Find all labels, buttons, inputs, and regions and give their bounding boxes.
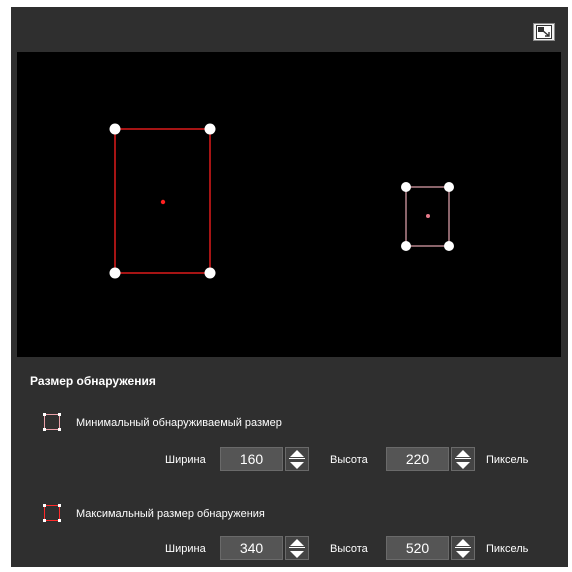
- min-width-label: Ширина: [165, 454, 206, 466]
- arrow-down-icon[interactable]: [289, 549, 305, 559]
- max-height-spinner[interactable]: [451, 536, 475, 560]
- max-width-input[interactable]: 340: [220, 536, 283, 560]
- min-frame-handle[interactable]: [444, 182, 454, 192]
- expand-icon: [536, 25, 552, 39]
- max-unit-label: Пиксель: [486, 543, 529, 555]
- arrow-down-icon[interactable]: [289, 460, 305, 470]
- min-unit-label: Пиксель: [486, 454, 529, 466]
- min-size-label: Минимальный обнаруживаемый размер: [76, 417, 282, 429]
- max-size-label: Максимальный размер обнаружения: [76, 508, 265, 520]
- min-width-spinner[interactable]: [285, 447, 309, 471]
- arrow-down-icon[interactable]: [455, 460, 471, 470]
- max-size-frame[interactable]: [109, 123, 216, 279]
- min-frame-handle[interactable]: [444, 241, 454, 251]
- expand-view-button[interactable]: [533, 23, 555, 41]
- max-size-legend-icon: [43, 504, 61, 522]
- max-frame-handle[interactable]: [204, 267, 216, 279]
- max-height-label: Высота: [330, 543, 368, 555]
- max-frame-handle[interactable]: [109, 267, 121, 279]
- max-height-input[interactable]: 520: [386, 536, 449, 560]
- max-frame-center: [160, 199, 166, 205]
- camera-preview[interactable]: [17, 52, 561, 357]
- min-height-spinner[interactable]: [451, 447, 475, 471]
- min-width-input[interactable]: 160: [220, 447, 283, 471]
- min-size-legend-icon: [43, 413, 61, 431]
- min-height-input[interactable]: 220: [386, 447, 449, 471]
- min-frame-center: [426, 214, 430, 218]
- min-size-frame[interactable]: [401, 182, 454, 251]
- min-frame-handle[interactable]: [401, 182, 411, 192]
- arrow-down-icon[interactable]: [455, 549, 471, 559]
- max-width-spinner[interactable]: [285, 536, 309, 560]
- detection-frames-canvas: [109, 123, 454, 279]
- min-frame-handle[interactable]: [401, 241, 411, 251]
- min-height-label: Высота: [330, 454, 368, 466]
- max-frame-handle[interactable]: [109, 123, 121, 135]
- section-title: Размер обнаружения: [30, 374, 156, 388]
- max-frame-handle[interactable]: [204, 123, 216, 135]
- max-width-label: Ширина: [165, 543, 206, 555]
